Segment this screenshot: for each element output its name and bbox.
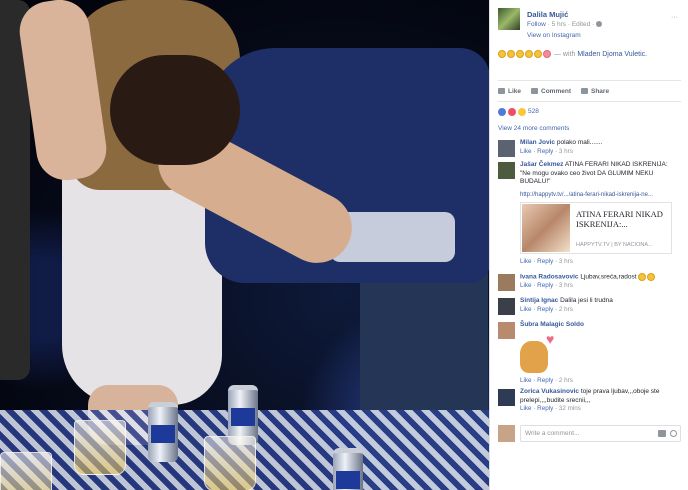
heart-emoji-icon [543, 50, 551, 58]
share-button[interactable]: Share [581, 86, 609, 96]
love-reaction-icon [508, 107, 516, 116]
comment-like-link[interactable]: Like [520, 258, 532, 265]
write-comment-input[interactable]: Write a comment... [520, 425, 681, 442]
author-name[interactable]: Dalila Mujić [527, 10, 568, 19]
options-icon[interactable]: ··· [671, 14, 678, 21]
comment-text: Dalila jesi li trudna [560, 297, 613, 304]
post-header: Dalila Mujić Follow · 5 hrs · Edited · V… [498, 8, 688, 44]
post-time[interactable]: 5 hrs [552, 21, 566, 28]
drink-glass [0, 452, 52, 490]
man-head [110, 55, 240, 165]
comment-icon [531, 88, 539, 94]
commenter-name[interactable]: Jašar Čekmez [520, 161, 563, 168]
comment-button[interactable]: Comment [531, 86, 571, 96]
comment-like-link[interactable]: Like [520, 148, 532, 155]
comment-like-link[interactable]: Like [520, 306, 532, 313]
comment-label: Comment [541, 87, 571, 95]
comment-time[interactable]: 3 hrs [559, 282, 573, 289]
shared-link-url[interactable]: http://happytv.tv/.../atina-ferari-nikad… [520, 191, 680, 200]
reactions-count: 528 [528, 108, 539, 115]
write-comment-row: Write a comment... [498, 425, 681, 443]
dog-sticker-icon [520, 340, 548, 373]
comment-time[interactable]: 3 hrs [559, 258, 573, 265]
edited-label[interactable]: Edited [572, 21, 590, 28]
author-avatar[interactable] [498, 8, 520, 30]
follow-link[interactable]: Follow [527, 21, 546, 28]
smile-emoji-icon [638, 273, 647, 281]
comment-time[interactable]: 2 hrs [559, 306, 573, 313]
commenter-avatar[interactable] [498, 274, 515, 291]
share-arrow-icon [581, 88, 588, 94]
post-meta: Follow · 5 hrs · Edited · [527, 21, 603, 28]
wow-reaction-icon [518, 107, 526, 116]
smile-emoji-icon [525, 50, 533, 58]
drink-glass [204, 436, 256, 490]
commenter-name[interactable]: Milan Jovic [520, 139, 555, 146]
post-actions: Like Comment Share [498, 80, 681, 96]
caption-with: — with [553, 50, 576, 58]
comment-time[interactable]: 2 hrs [559, 377, 573, 384]
my-avatar [498, 425, 515, 442]
comment-like-link[interactable]: Like [520, 377, 532, 384]
comment-reply-link[interactable]: Reply [537, 258, 553, 265]
reactions-summary[interactable]: 528 [498, 101, 681, 117]
globe-icon [596, 21, 603, 28]
share-label: Share [591, 87, 610, 95]
post-photo[interactable] [0, 0, 489, 490]
energy-drink-can [148, 402, 178, 462]
commenter-name[interactable]: Sintija Ignac [520, 297, 558, 304]
post-caption: — with Mladen Djoma Vuletic. [498, 50, 683, 58]
commenter-avatar[interactable] [498, 162, 515, 179]
comment-like-link[interactable]: Like [520, 282, 532, 289]
comment-reply-link[interactable]: Reply [537, 148, 553, 155]
smile-emoji-icon [647, 273, 656, 281]
view-more-comments-link[interactable]: View 24 more comments [498, 125, 569, 132]
smile-emoji-icon [498, 50, 506, 58]
like-reaction-icon [498, 107, 506, 116]
comment-text: Ljubav,sreća,radost [580, 273, 637, 281]
link-preview-domain: HAPPYTV.TV | BY NACIONA... [576, 242, 653, 248]
link-preview-card[interactable]: ATINA FERARI NIKAD ISKRENIJA:... HAPPYTV… [520, 202, 672, 254]
link-preview-title: ATINA FERARI NIKAD ISKRENIJA:... [576, 209, 663, 229]
heart-icon: ♥ [546, 330, 555, 347]
commenter-name[interactable]: Zorica Vukasinovic [520, 388, 579, 395]
commenter-avatar[interactable] [498, 389, 515, 406]
tagged-person-link[interactable]: Mladen Djoma Vuletic. [577, 51, 647, 58]
comment-like-link[interactable]: Like [520, 405, 532, 412]
comment-reply-link[interactable]: Reply [537, 377, 553, 384]
commenter-avatar[interactable] [498, 140, 515, 157]
emoji-picker-icon[interactable] [670, 430, 677, 437]
smile-emoji-icon [516, 50, 524, 58]
comment-reply-link[interactable]: Reply [537, 306, 553, 313]
write-comment-placeholder: Write a comment... [525, 430, 580, 437]
comment-text: polako mali....... [556, 139, 603, 146]
smile-emoji-icon [507, 50, 515, 58]
like-label: Like [508, 87, 522, 95]
comment-reply-link[interactable]: Reply [537, 405, 553, 412]
commenter-avatar[interactable] [498, 298, 515, 315]
commenter-avatar[interactable] [498, 322, 515, 339]
like-button[interactable]: Like [498, 86, 521, 96]
camera-icon[interactable] [658, 430, 666, 437]
link-preview-thumbnail [522, 204, 570, 252]
comment-time[interactable]: 32 mins [559, 405, 581, 412]
thumbs-up-icon [498, 88, 505, 94]
drink-glass [74, 420, 126, 475]
comment-reply-link[interactable]: Reply [537, 282, 553, 289]
commenter-name[interactable]: Šubra Malagic Soldo [520, 321, 584, 328]
smile-emoji-icon [534, 50, 542, 58]
post-side-panel: Dalila Mujić Follow · 5 hrs · Edited · V… [489, 0, 688, 490]
dog-heart-sticker[interactable]: ♥ [520, 330, 562, 377]
view-on-instagram-link[interactable]: View on Instagram [527, 32, 581, 39]
comment-time[interactable]: 3 hrs [559, 148, 573, 155]
energy-drink-can [333, 448, 363, 490]
commenter-name[interactable]: Ivana Radosavovic [520, 274, 579, 281]
